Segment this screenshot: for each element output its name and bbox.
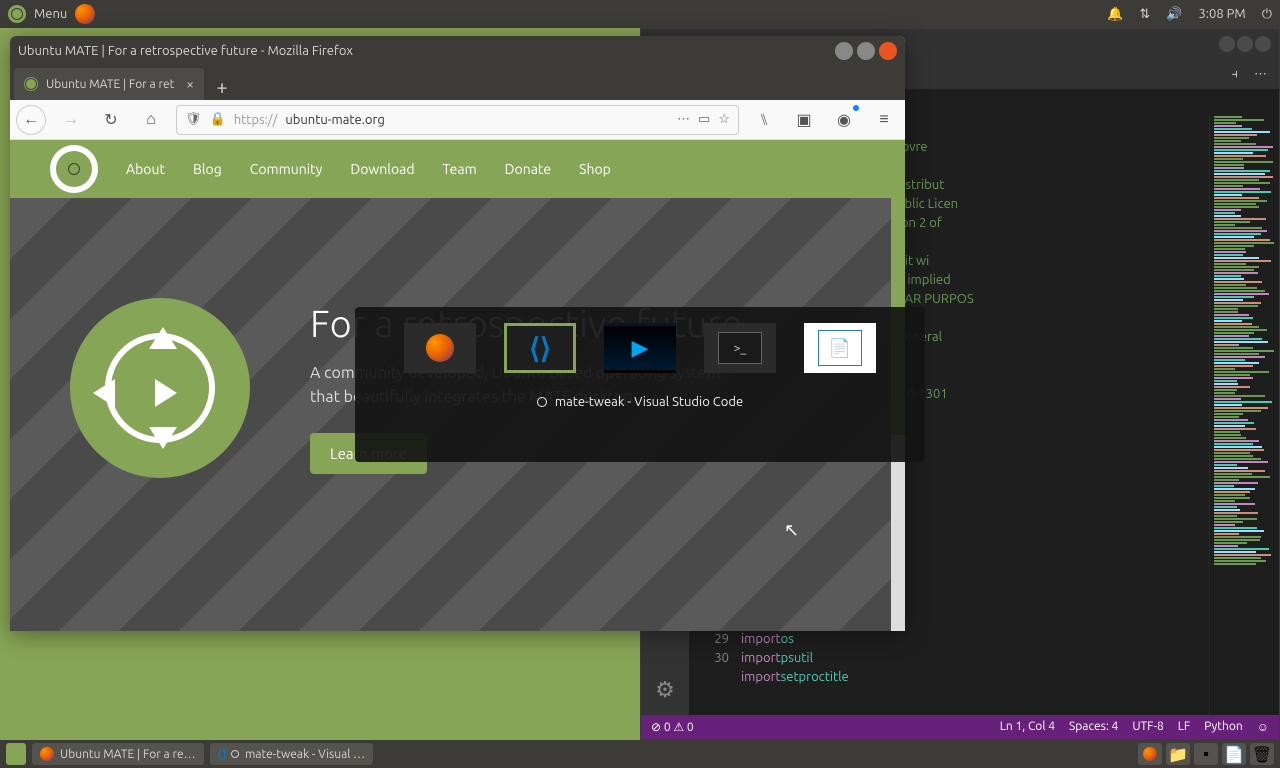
taskbar-item[interactable]: Ubuntu MATE | For a re… [32, 743, 204, 765]
nav-link-donate[interactable]: Donate [505, 161, 551, 177]
switcher-item-writer[interactable]: 📄 [804, 323, 876, 373]
browser-tab[interactable]: Ubuntu MATE | For a ret × [14, 68, 204, 100]
cursor-position[interactable]: Ln 1, Col 4 [1000, 720, 1055, 734]
window-title: Ubuntu MATE | For a retrospective future… [18, 44, 353, 58]
close-tab-icon[interactable]: × [186, 76, 194, 92]
power-icon[interactable]: ⏻ [1262, 7, 1272, 22]
minimize-button[interactable] [835, 42, 853, 60]
nav-link-download[interactable]: Download [350, 161, 414, 177]
tray-trash-icon[interactable]: 🗑 [1250, 743, 1274, 765]
switcher-item-vscode[interactable]: ⟨⟩ [504, 323, 576, 373]
close-button[interactable] [1255, 36, 1271, 52]
nav-link-blog[interactable]: Blog [193, 161, 222, 177]
notification-icon[interactable]: 🔔 [1107, 7, 1123, 22]
home-button[interactable]: ⌂ [136, 105, 166, 135]
taskbar-item[interactable]: ⟨⟩mate-tweak - Visual … [210, 743, 374, 765]
page-actions-icon[interactable]: ⋯ [677, 112, 690, 127]
indentation[interactable]: Spaces: 4 [1069, 720, 1118, 734]
maximize-button[interactable] [1237, 36, 1253, 52]
switcher-indicator-icon [537, 397, 547, 407]
site-logo-icon[interactable] [50, 145, 98, 193]
firefox-titlebar[interactable]: Ubuntu MATE | For a retrospective future… [10, 36, 905, 66]
reload-button[interactable]: ↻ [96, 105, 126, 135]
tray-files-icon[interactable]: 📁 [1166, 743, 1190, 765]
top-panel: Menu 🔔 ⇅ 🔊 3:08 PM ⏻ [0, 0, 1280, 28]
tab-title: Ubuntu MATE | For a ret [46, 78, 174, 91]
account-icon[interactable]: ◉ [829, 105, 859, 135]
tray-writer-icon[interactable]: 📄 [1222, 743, 1246, 765]
gear-icon[interactable]: ⚙ [655, 677, 675, 703]
encoding[interactable]: UTF-8 [1132, 720, 1163, 734]
favicon-icon [24, 77, 38, 91]
network-icon[interactable]: ⇅ [1139, 7, 1150, 22]
reader-mode-icon[interactable]: ▭ [698, 112, 710, 127]
bottom-panel: Ubuntu MATE | For a re… ⟨⟩mate-tweak - Vi… [0, 740, 1280, 768]
split-editor-icon[interactable]: ⫞ [1232, 67, 1239, 82]
site-nav: About Blog Community Download Team Donate Shop [10, 140, 905, 198]
back-button[interactable]: ← [16, 105, 46, 135]
url-bar[interactable]: 🛡 🔒 https:// ubuntu-mate.org ⋯ ▭ ☆ [176, 105, 739, 135]
library-icon[interactable]: ⑊ [749, 105, 779, 135]
switcher-label: mate-tweak - Visual Studio Code [555, 395, 743, 409]
lock-icon[interactable]: 🔒 [210, 112, 226, 127]
forward-button[interactable]: → [56, 105, 86, 135]
switcher-item-firefox[interactable] [404, 323, 476, 373]
window-switcher: ⟨⟩ ▶ >_ 📄 mate-tweak - Visual Studio Code [355, 307, 925, 462]
language-mode[interactable]: Python [1204, 720, 1243, 734]
sidebar-icon[interactable]: ▣ [789, 105, 819, 135]
minimize-button[interactable] [1219, 36, 1235, 52]
vscode-statusbar: ⊘ 0 ⚠ 0 Ln 1, Col 4 Spaces: 4 UTF-8 LF P… [641, 715, 1279, 739]
new-tab-button[interactable]: + [208, 72, 236, 100]
more-icon[interactable]: ⋯ [1254, 67, 1267, 82]
switcher-item-terminal[interactable]: >_ [704, 323, 776, 373]
mate-logo-icon[interactable] [8, 5, 26, 23]
maximize-button[interactable] [857, 42, 875, 60]
feedback-icon[interactable]: ☺ [1257, 720, 1269, 734]
url-host: ubuntu-mate.org [285, 113, 384, 127]
eol[interactable]: LF [1178, 720, 1190, 734]
minimap[interactable] [1209, 115, 1279, 715]
tray-terminal-icon[interactable]: ▪ [1194, 743, 1218, 765]
close-button[interactable] [879, 42, 897, 60]
hero-logo-icon [70, 298, 250, 478]
firefox-launcher-icon[interactable] [75, 4, 95, 24]
nav-link-team[interactable]: Team [443, 161, 477, 177]
shield-icon[interactable]: 🛡 [185, 112, 202, 127]
url-prefix: https:// [234, 113, 278, 127]
clock[interactable]: 3:08 PM [1198, 7, 1245, 21]
nav-link-about[interactable]: About [126, 161, 165, 177]
nav-link-community[interactable]: Community [250, 161, 323, 177]
tray-firefox-icon[interactable] [1138, 743, 1162, 765]
firefox-toolbar: ← → ↻ ⌂ 🛡 🔒 https:// ubuntu-mate.org ⋯ ▭ … [10, 100, 905, 140]
bookmark-star-icon[interactable]: ☆ [718, 112, 730, 127]
menu-label[interactable]: Menu [34, 7, 67, 21]
cursor-icon: ↖ [784, 520, 799, 541]
errors-count[interactable]: ⊘ 0 ⚠ 0 [651, 720, 694, 734]
tab-bar: Ubuntu MATE | For a ret × + [10, 66, 905, 100]
switcher-item-media[interactable]: ▶ [604, 323, 676, 373]
nav-link-shop[interactable]: Shop [579, 161, 611, 177]
show-desktop-button[interactable] [6, 743, 26, 765]
volume-icon[interactable]: 🔊 [1166, 7, 1182, 22]
hamburger-menu-icon[interactable]: ≡ [869, 105, 899, 135]
